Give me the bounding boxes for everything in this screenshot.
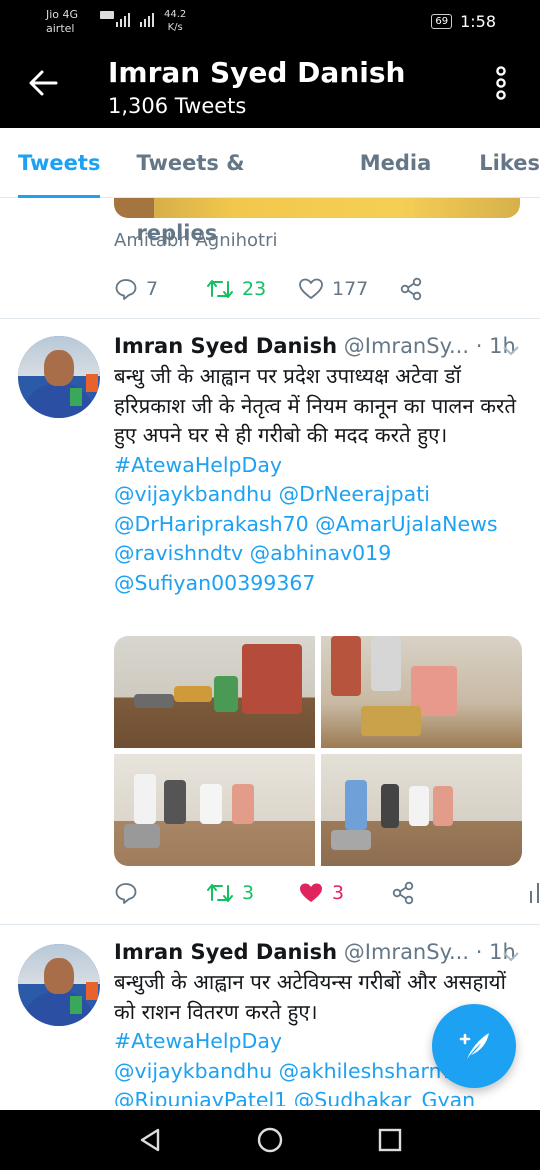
image-credit: Amitabh Agnihotri	[114, 230, 278, 251]
author-name[interactable]: Imran Syed Danish	[114, 940, 337, 964]
status-right: 69 1:58	[431, 12, 496, 31]
tweet-count: 1,306 Tweets	[108, 94, 247, 118]
chevron-down-icon[interactable]	[502, 948, 520, 962]
mention-link[interactable]: @RipunjayPatel1 @Sudhakar_Gyan	[114, 1086, 514, 1106]
tweet-header: Imran Syed Danish @ImranSy... · 1h	[114, 334, 516, 358]
share-button[interactable]	[390, 880, 482, 906]
tweet-text: बन्धु जी के आह्वान पर प्रदेश उपाध्यक्ष अ…	[114, 362, 524, 598]
reply-button[interactable]	[114, 881, 206, 905]
tweet-photo[interactable]	[321, 636, 522, 748]
tab-media[interactable]: Media	[360, 128, 432, 198]
profile-tabs: Tweets Tweets & replies Media Likes	[0, 128, 540, 245]
analytics-button[interactable]	[528, 881, 540, 905]
compose-tweet-button[interactable]	[432, 1004, 516, 1088]
status-bar: Jio 4G airtel 44.2 K/s 69 1:58	[0, 0, 540, 44]
carrier-airtel: airtel	[46, 22, 75, 35]
reply-icon	[115, 883, 137, 904]
mention-link[interactable]: @ravishndtv @abhinav019	[114, 539, 524, 569]
tweet-photo[interactable]	[114, 636, 315, 748]
tweet-actions: 3 3	[114, 880, 540, 906]
more-vertical-icon[interactable]	[492, 66, 510, 100]
reply-count: 7	[146, 278, 159, 300]
retweet-count: 23	[242, 278, 267, 300]
tweet-divider	[0, 924, 540, 925]
tweet-photo[interactable]	[321, 754, 522, 866]
battery-icon: 69	[431, 14, 453, 29]
retweet-icon	[207, 884, 233, 902]
author-name[interactable]: Imran Syed Danish	[114, 334, 337, 358]
reply-button[interactable]: 7	[114, 277, 206, 301]
speed-unit: K/s	[167, 22, 183, 33]
retweet-icon	[207, 280, 233, 298]
tab-likes[interactable]: Likes	[479, 128, 540, 198]
nav-back-icon[interactable]	[136, 1126, 164, 1154]
avatar[interactable]	[18, 944, 100, 1026]
tweet-actions: 7 23 177	[114, 276, 490, 302]
like-count: 3	[332, 882, 345, 904]
like-button[interactable]: 3	[298, 881, 390, 905]
tweet-media-grid	[114, 636, 522, 866]
tweet-image-clipped[interactable]	[114, 198, 520, 218]
retweet-button[interactable]: 3	[206, 882, 298, 904]
system-nav-bar	[0, 1110, 540, 1170]
chevron-down-icon[interactable]	[502, 342, 520, 356]
like-button[interactable]: 177	[298, 277, 398, 301]
back-arrow-icon[interactable]	[26, 66, 60, 100]
tweet-header: Imran Syed Danish @ImranSy... · 1h	[114, 940, 516, 964]
tab-tweets-replies[interactable]: Tweets & replies	[136, 128, 321, 245]
carrier-jio: Jio 4G	[46, 8, 79, 21]
speed-value: 44.2	[164, 9, 187, 20]
mention-link[interactable]: @DrHariprakash70 @AmarUjalaNews	[114, 510, 524, 540]
retweet-button[interactable]: 23	[206, 278, 298, 300]
tweet-body-text: बन्धु जी के आह्वान पर प्रदेश उपाध्यक्ष अ…	[114, 364, 517, 447]
share-button[interactable]	[398, 276, 490, 302]
share-icon	[392, 881, 414, 905]
hashtag-link[interactable]: #AtewaHelpDay	[114, 451, 524, 481]
retweet-count: 3	[242, 882, 255, 904]
tweet-photo[interactable]	[114, 754, 315, 866]
profile-name: Imran Syed Danish	[108, 56, 406, 89]
avatar[interactable]	[18, 336, 100, 418]
reply-icon	[115, 279, 137, 300]
clock: 1:58	[460, 12, 496, 31]
mention-link[interactable]: @vijaykbandhu @DrNeerajpati	[114, 480, 524, 510]
network-speed: 44.2 K/s	[164, 8, 186, 34]
like-count: 177	[332, 278, 369, 300]
author-handle[interactable]: @ImranSy...	[344, 940, 469, 964]
author-handle[interactable]: @ImranSy...	[344, 334, 469, 358]
signal-icon	[100, 10, 158, 31]
tweet-divider	[0, 318, 540, 319]
share-icon	[400, 277, 422, 301]
profile-header: Imran Syed Danish 1,306 Tweets	[0, 44, 540, 128]
mention-link[interactable]: @Sufiyan00399367	[114, 569, 524, 599]
analytics-icon	[530, 883, 539, 903]
compose-tweet-icon	[459, 1033, 489, 1059]
nav-recents-icon[interactable]	[376, 1126, 404, 1154]
carrier-info: Jio 4G airtel	[46, 8, 78, 36]
heart-icon	[300, 883, 322, 902]
nav-home-icon[interactable]	[256, 1126, 284, 1154]
heart-icon	[299, 278, 323, 299]
tab-tweets[interactable]: Tweets	[18, 128, 101, 198]
